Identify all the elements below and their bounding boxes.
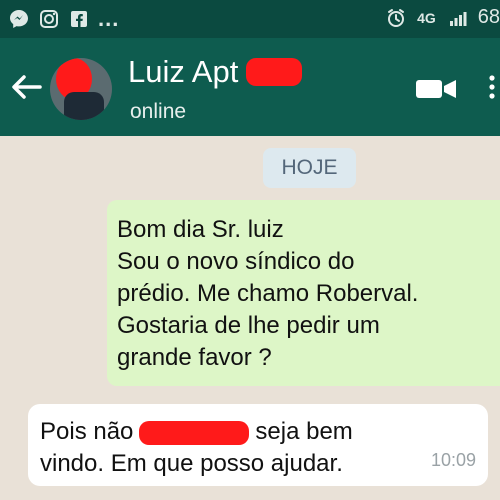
facebook-icon: [68, 8, 90, 30]
incoming-redaction: [139, 420, 250, 445]
contact-name[interactable]: Luiz Apt: [128, 54, 303, 90]
outgoing-message-line: prédio. Me chamo Roberval.: [117, 280, 419, 307]
outgoing-message-bubble[interactable]: Bom dia Sr. luiz Sou o novo síndico do p…: [107, 200, 500, 386]
outgoing-message-line: Bom dia Sr. luiz: [117, 216, 284, 243]
outgoing-message-line: Gostaria de lhe pedir um: [117, 312, 380, 339]
back-arrow-icon[interactable]: [10, 72, 44, 102]
battery-text: 68: [477, 6, 500, 28]
network-type: 4G: [417, 9, 436, 26]
status-bar-right: 4G 68: [385, 6, 500, 29]
alarm-icon: [385, 7, 407, 29]
avatar[interactable]: [50, 58, 112, 120]
incoming-message-line: vindo. Em que posso ajudar.: [40, 450, 343, 477]
avatar-person: [64, 92, 104, 120]
contact-name-redaction: [246, 58, 303, 86]
contact-status: online: [130, 100, 187, 123]
instagram-icon: [38, 8, 60, 30]
incoming-text-part: Pois não: [40, 418, 134, 445]
signal-icon: [446, 7, 468, 29]
outgoing-message-line: grande favor ?: [117, 344, 272, 371]
status-bar: ... 4G 68: [0, 0, 500, 38]
incoming-message-bubble[interactable]: Pois não seja bem vindo. Em que posso aju…: [28, 404, 488, 486]
status-ellipsis: ...: [98, 6, 120, 31]
message-time: 10:09: [430, 450, 476, 470]
outgoing-message-line: Sou o novo síndico do: [117, 248, 355, 275]
chat-area[interactable]: HOJE Bom dia Sr. luiz Sou o novo síndico…: [0, 136, 500, 500]
date-chip: HOJE: [263, 148, 356, 188]
chat-header: Luiz Apt online: [0, 38, 500, 136]
more-options-icon[interactable]: [484, 72, 500, 102]
video-call-icon[interactable]: [414, 76, 458, 102]
contact-name-text: Luiz Apt: [128, 54, 239, 89]
incoming-message-line: Pois não seja bem: [40, 416, 476, 448]
incoming-text-part: seja bem: [255, 418, 353, 445]
messenger-icon: [8, 8, 30, 30]
status-bar-left: ...: [8, 6, 119, 32]
